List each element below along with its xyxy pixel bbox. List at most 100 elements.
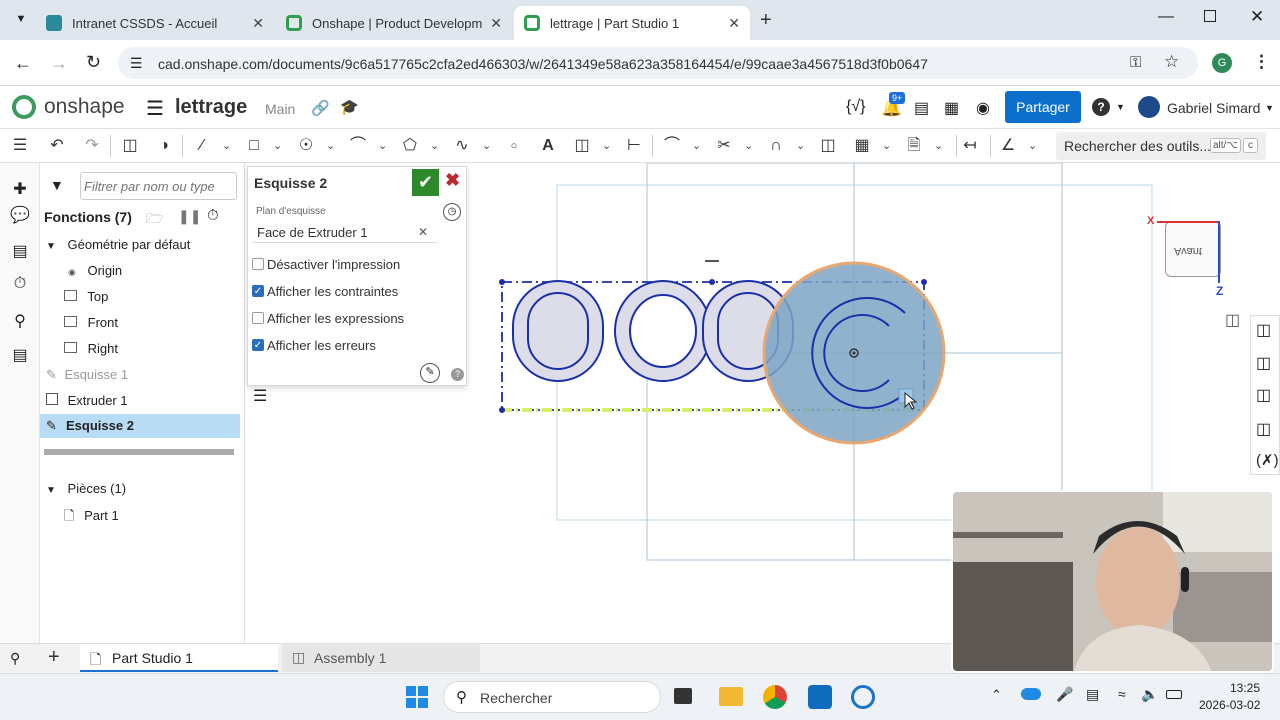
forward-icon[interactable]: → (50, 53, 68, 74)
accept-button[interactable]: ✔ (412, 169, 439, 196)
pattern-tool-icon[interactable]: ▦ (852, 137, 872, 155)
password-key-icon[interactable]: ⚿ (1130, 54, 1141, 71)
explode-view-icon[interactable]: ◫ (1256, 419, 1271, 439)
construction-tool-icon[interactable]: ◫ (572, 137, 592, 155)
chevron-down-icon[interactable]: ⌄ (222, 139, 231, 152)
share-button[interactable]: Partager (1005, 91, 1081, 123)
restore-window-button[interactable] (1204, 10, 1216, 22)
onshape-logo-icon[interactable] (12, 95, 36, 119)
sketch-point[interactable] (921, 279, 927, 285)
point-tool-icon[interactable]: ○ (504, 137, 524, 155)
tree-item-top[interactable]: Top (64, 289, 108, 304)
variable-table-icon[interactable]: ▤ (10, 345, 30, 365)
filter-icon[interactable]: ▼ (50, 177, 64, 193)
user-avatar-icon[interactable] (1138, 96, 1160, 118)
filter-input-text[interactable] (84, 176, 234, 196)
comments-icon[interactable]: 💬 (10, 205, 30, 225)
offset-tool-icon[interactable]: ∩ (766, 137, 786, 155)
spline-tool-icon[interactable]: ∿ (452, 137, 472, 155)
letter-outline-o[interactable] (512, 280, 604, 382)
sketch-point[interactable] (709, 279, 715, 285)
chevron-down-icon[interactable]: ⌄ (273, 139, 282, 152)
chevron-down-icon[interactable]: ⌄ (1028, 139, 1037, 152)
bookmark-star-icon[interactable]: ☆ (1164, 52, 1179, 72)
view-cube-menu-icon[interactable]: ◫ (1225, 310, 1240, 330)
redo-icon[interactable]: ↷ (82, 137, 102, 155)
add-tab-button[interactable]: + (48, 646, 60, 669)
taskbar-search-field[interactable]: ⚲ Rechercher (443, 681, 661, 713)
browser-menu-icon[interactable]: ⋮ (1253, 52, 1270, 72)
dxf-import-icon[interactable]: 🗎 (904, 137, 924, 155)
chevron-down-icon[interactable]: ⌄ (692, 139, 701, 152)
close-tab-icon[interactable]: ✕ (252, 15, 264, 32)
fillet-tool-icon[interactable]: ⌒ (662, 137, 682, 155)
link-icon[interactable]: 🔗 (311, 99, 330, 117)
new-tab-button[interactable]: + (760, 9, 772, 32)
named-views-icon[interactable]: ◫ (1256, 320, 1271, 340)
tree-item-right[interactable]: Right (64, 341, 118, 356)
sketch-settings-icon[interactable]: ✎ (420, 363, 440, 383)
browser-tab-lettrage[interactable]: lettrage | Part Studio 1 ✕ (514, 6, 750, 40)
url-field[interactable]: cad.onshape.com/documents/9c6a517765c2cf… (118, 47, 1198, 79)
clear-plane-icon[interactable]: ✕ (418, 225, 428, 239)
clock-time[interactable]: 13:25 (1230, 681, 1260, 695)
sketch-history-icon[interactable]: ◷ (443, 203, 461, 221)
text-tool-icon[interactable]: A (538, 137, 558, 155)
wifi-icon[interactable]: ≈ (1118, 686, 1126, 702)
outlook-icon[interactable] (808, 685, 832, 709)
line-tool-icon[interactable]: ∕ (192, 137, 212, 155)
dimension-tool-icon[interactable]: ⊢ (624, 137, 644, 155)
tree-item-sketch-1[interactable]: ✎ Esquisse 1 (46, 367, 128, 383)
profile-avatar[interactable]: G (1212, 53, 1232, 73)
clock-date[interactable]: 2026-03-02 (1199, 698, 1260, 712)
sketch-point[interactable] (499, 279, 505, 285)
tree-item-sketch-2[interactable]: ✎ Esquisse 2 (40, 414, 240, 438)
list-view-icon[interactable]: ☰ (253, 386, 267, 406)
render-studio-icon[interactable]: ◉ (976, 98, 990, 118)
parts-toggle[interactable]: ▼ Pièces (1) (46, 481, 126, 496)
cancel-button[interactable]: ✖ (445, 170, 460, 191)
variables-icon[interactable]: {√} (846, 98, 865, 116)
learning-center-icon[interactable]: 🎓 (340, 98, 359, 116)
undo-icon[interactable]: ↶ (47, 137, 67, 155)
user-name[interactable]: Gabriel Simard (1167, 100, 1260, 116)
browser-tab-intranet[interactable]: Intranet CSSDS - Accueil ✕ (36, 6, 274, 40)
battery-icon[interactable] (1166, 690, 1182, 699)
close-tab-icon[interactable]: ✕ (490, 15, 502, 32)
section-view-icon[interactable]: ◫ (1256, 385, 1271, 405)
tab-list-chevron-icon[interactable]: ▼ (12, 10, 30, 28)
tree-item-front[interactable]: Front (64, 315, 118, 330)
chevron-down-icon[interactable]: ⌄ (744, 139, 753, 152)
rollback-bar[interactable] (44, 449, 234, 455)
onedrive-icon[interactable] (1021, 688, 1041, 700)
letter-inner-c[interactable] (629, 294, 698, 368)
tab-manager-icon[interactable]: ⚲ (10, 650, 20, 667)
chevron-down-icon[interactable]: ⌄ (882, 139, 891, 152)
constraint-tool-icon[interactable]: ∠ (998, 137, 1018, 155)
sketch-tools-icon[interactable]: ↤ (960, 137, 980, 155)
display-modes-icon[interactable]: ◫ (1256, 353, 1271, 373)
browser-tab-onshape[interactable]: Onshape | Product Developme ✕ (276, 6, 512, 40)
bom-icon[interactable]: ▤ (10, 241, 30, 261)
chrome-icon[interactable] (763, 685, 787, 709)
checkbox[interactable] (252, 258, 264, 270)
search-tree-icon[interactable]: ⚲ (10, 311, 30, 331)
tab-assembly-1[interactable]: ◫ Assembly 1 (282, 644, 480, 672)
tray-chevron-icon[interactable]: ⌃ (991, 687, 1002, 703)
close-tab-icon[interactable]: ✕ (728, 15, 740, 32)
mirror-tool-icon[interactable]: ◫ (818, 137, 838, 155)
hamburger-menu-icon[interactable]: ☰ (146, 96, 164, 121)
document-list-icon[interactable]: ▤ (914, 98, 929, 118)
chevron-down-icon[interactable]: ⌄ (326, 139, 335, 152)
close-window-button[interactable]: ✕ (1250, 7, 1264, 27)
history-icon[interactable]: ⏱ (10, 275, 30, 295)
polygon-tool-icon[interactable]: ⬠ (400, 137, 420, 155)
feature-list-toggle-icon[interactable]: ☰ (10, 137, 30, 155)
sketch-plane-field[interactable]: Plan d'esquisse Face de Extruder 1 ✕ (252, 201, 437, 243)
chevron-down-icon[interactable]: ⌄ (378, 139, 387, 152)
help-chevron-icon[interactable]: ▼ (1116, 102, 1125, 112)
chevron-down-icon[interactable]: ⌄ (602, 139, 611, 152)
chevron-down-icon[interactable]: ⌄ (482, 139, 491, 152)
windows-start-icon[interactable] (406, 686, 428, 708)
configurations-icon[interactable]: ✚ (10, 179, 30, 199)
